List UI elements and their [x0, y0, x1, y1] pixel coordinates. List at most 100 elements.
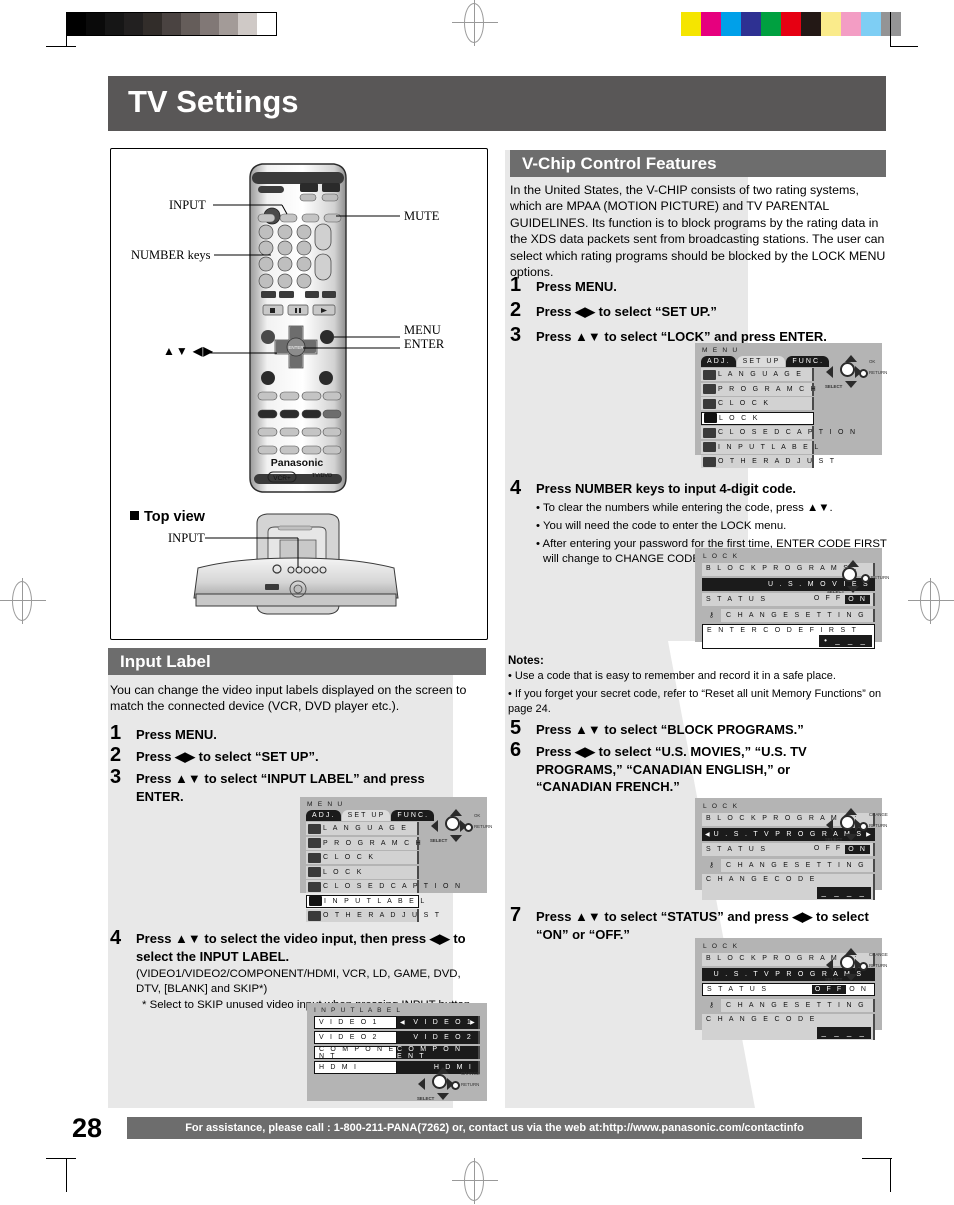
nav-down-icon [845, 834, 857, 841]
osd-tab-setup[interactable]: SET UP [736, 356, 786, 367]
osd-item-clock[interactable]: C L O C K [306, 851, 419, 864]
osd-il-row-component[interactable]: C O M P O N E N T C O M P O N E N T [314, 1046, 480, 1060]
il-value[interactable]: ◀ V I D E O 1 ▶ [397, 1016, 480, 1029]
osd-tab-setup[interactable]: SET UP [341, 810, 391, 821]
nav-up-icon [845, 355, 857, 362]
osd-item-program-ch[interactable]: P R O G R A M C H [306, 836, 421, 850]
status-toggle[interactable]: O F F O N [811, 845, 870, 854]
change-setting-row[interactable]: ⚷ C H A N G E S E T T I N G [702, 608, 875, 622]
nav-down-icon [450, 835, 462, 842]
nav-center-icon [842, 567, 857, 582]
topview-label-input: INPUT [168, 531, 205, 545]
nav-small-icon [861, 574, 870, 583]
page-number: 28 [72, 1113, 103, 1143]
change-setting-label: C H A N G E S E T T I N G [721, 608, 875, 622]
status-on-option[interactable]: O N [845, 845, 870, 854]
il-name: V I D E O 2 [314, 1031, 397, 1044]
navpad-change-label: CHANGE [869, 812, 888, 817]
osd-item-closed-caption[interactable]: C L O S E D C A P T I O N [306, 880, 460, 893]
osd-item-other-adjust[interactable]: O T H E R A D J U S T [306, 909, 439, 922]
nav-left-icon [826, 366, 833, 378]
code-digits[interactable]: _ _ _ _ [816, 1027, 871, 1039]
note-1: • Use a code that is easy to remember an… [508, 670, 836, 682]
step-number: 6 [510, 739, 522, 761]
remote-label-enter: ENTER [404, 337, 445, 351]
navpad-select-label: SELECT [825, 837, 843, 842]
navpad-return-label: RETURN [871, 575, 890, 580]
osd-item-closed-caption[interactable]: C L O S E D C A P T I O N [701, 426, 855, 439]
osd-item-lock[interactable]: L O C K [306, 865, 419, 879]
status-row[interactable]: S T A T U S O F F O N [702, 983, 875, 996]
change-code-caption: C H A N G E C O D E [706, 876, 817, 883]
change-code-box[interactable]: C H A N G E C O D E _ _ _ _ [702, 1014, 875, 1040]
status-off-option[interactable]: O F F [811, 985, 847, 994]
navpad-change-label: CHANGE [461, 1071, 480, 1076]
osd-item-program-ch[interactable]: P R O G R A M C H [701, 382, 816, 396]
lock-icon [704, 413, 717, 423]
il-name: V I D E O 1 [314, 1016, 397, 1029]
step-number: 7 [510, 904, 522, 926]
input-label-step-4: 4 Press ▲▼ to select the video input, th… [110, 928, 485, 1013]
code-digits[interactable]: _ _ _ _ [816, 887, 871, 899]
vchip-step-2: 2 Press ◀▶ to select “SET UP.” [510, 300, 888, 321]
osd-menu-items: L A N G U A G E P R O G R A M C H C L O … [695, 367, 855, 468]
status-label: S T A T U S [706, 846, 768, 853]
osd-item-lock[interactable]: L O C K [701, 411, 814, 425]
nav-left-icon [826, 819, 833, 831]
input-label-section-band: Input Label [108, 648, 486, 675]
osd-input-label-screen: I N P U T L A B E L V I D E O 1 ◀ V I D E… [307, 1003, 487, 1101]
osd-tab-adj[interactable]: ADJ. [306, 810, 341, 821]
osd-lock-screen-2: L O C K B L O C K P R O G R A M S : ◀ U … [695, 798, 888, 900]
remote-label-arrow-keys: ▲▼ ◀▶ [163, 344, 214, 358]
change-setting-row[interactable]: ⚷ C H A N G E S E T T I N G [702, 998, 875, 1012]
status-toggle[interactable]: O F F O N [811, 595, 870, 604]
status-on-option[interactable]: O N [845, 595, 870, 604]
step-number: 5 [510, 717, 522, 739]
svg-text:ENTER: ENTER [288, 345, 304, 350]
osd-il-row-video1[interactable]: V I D E O 1 ◀ V I D E O 1 ▶ [314, 1016, 480, 1029]
navpad-ok-label: OK [474, 813, 481, 818]
osd-header: I N P U T L A B E L [314, 1007, 402, 1014]
nav-down-icon [437, 1093, 449, 1100]
status-off-option[interactable]: O F F [811, 845, 845, 854]
nav-center-icon [432, 1074, 447, 1089]
osd-item-language[interactable]: L A N G U A G E [701, 368, 814, 381]
osd-item-language[interactable]: L A N G U A G E [306, 822, 419, 835]
change-code-box[interactable]: C H A N G E C O D E _ _ _ _ [702, 874, 875, 900]
input-label-step-1: 1 Press MENU. [110, 723, 485, 744]
navpad-return-label: RETURN [461, 1082, 480, 1087]
nav-center-icon [445, 816, 460, 831]
code-digits[interactable]: • _ _ _ [819, 635, 872, 647]
step4-note-1: (VIDEO1/VIDEO2/COMPONENT/HDMI, VCR, LD, … [136, 968, 461, 996]
remote-label-input: INPUT [169, 198, 206, 212]
remote-label-menu: MENU [404, 323, 441, 337]
il-value[interactable]: C O M P O N E N T [397, 1046, 480, 1060]
language-icon [308, 823, 321, 834]
input-label-intro: You can change the video input labels di… [110, 683, 467, 714]
notes-heading: Notes: [508, 655, 544, 667]
enter-code-box[interactable]: E N T E R C O D E F I R S T • _ _ _ [702, 624, 875, 649]
step-text: Press MENU. [136, 727, 217, 742]
osd-tab-adj[interactable]: ADJ. [701, 356, 736, 367]
osd-il-row-video2[interactable]: V I D E O 2 V I D E O 2 [314, 1031, 480, 1044]
vchip-intro: In the United States, the V-CHIP consist… [510, 183, 886, 279]
change-setting-row[interactable]: ⚷ C H A N G E S E T T I N G [702, 858, 875, 872]
osd-item-clock[interactable]: C L O C K [701, 397, 814, 410]
input-label-icon [703, 442, 716, 452]
status-on-option[interactable]: O N [846, 985, 871, 994]
osd-item-input-label[interactable]: I N P U T L A B E L [306, 894, 424, 908]
navpad-select-label: SELECT [825, 384, 843, 389]
language-icon [703, 369, 716, 380]
status-off-option[interactable]: O F F [811, 595, 845, 604]
key-icon: ⚷ [708, 862, 715, 869]
footer-band: For assistance, please call : 1-800-211-… [127, 1117, 862, 1139]
osd-item-input-label[interactable]: I N P U T L A B E L [701, 440, 818, 454]
status-row[interactable]: S T A T U S O F F O N [702, 843, 875, 856]
step-text: Press ◀▶ to select “U.S. MOVIES,” “U.S. … [536, 744, 807, 795]
il-value[interactable]: V I D E O 2 [397, 1031, 480, 1044]
nav-up-icon [450, 809, 462, 816]
status-toggle[interactable]: O F F O N [811, 985, 871, 994]
osd-menu-lock: M E N U ADJ. SET UP FUNC. L A N G U A G … [695, 343, 887, 468]
osd-item-other-adjust[interactable]: O T H E R A D J U S T [701, 455, 834, 468]
change-setting-label: C H A N G E S E T T I N G [721, 998, 875, 1012]
